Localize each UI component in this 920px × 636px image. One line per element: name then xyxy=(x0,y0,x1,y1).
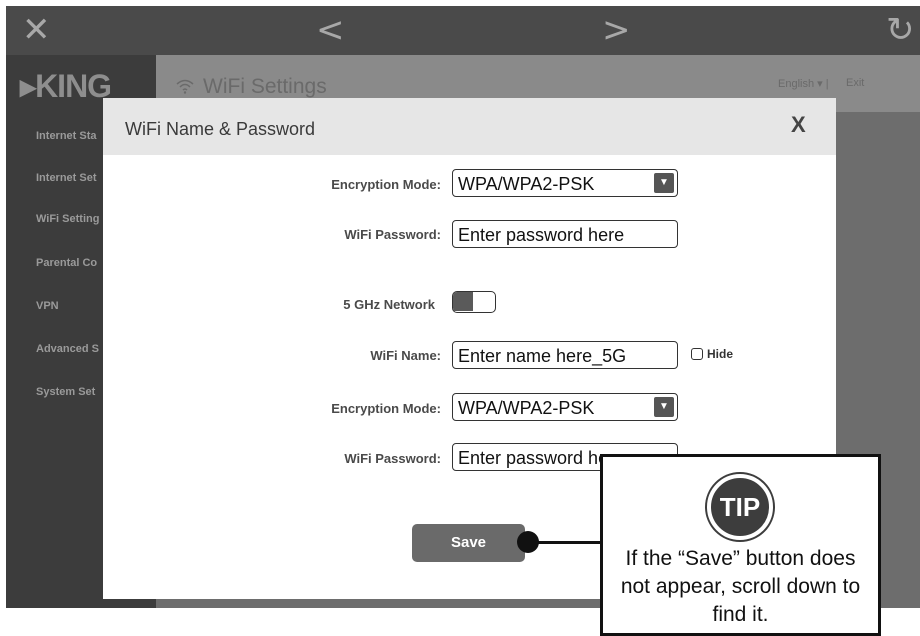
exit-link[interactable]: Exit xyxy=(846,77,864,89)
hide-label: Hide xyxy=(707,347,734,361)
sidebar-item-internet-status[interactable]: Internet Sta xyxy=(36,130,97,142)
sidebar-item-advanced-settings[interactable]: Advanced S xyxy=(36,343,99,355)
sidebar-item-internet-settings[interactable]: Internet Set xyxy=(36,172,97,184)
wifi-name-label: WiFi Name: xyxy=(370,348,441,363)
dialog-close-button[interactable]: X xyxy=(791,112,806,138)
5ghz-network-toggle[interactable] xyxy=(452,291,496,313)
king-logo: ▸KING xyxy=(20,68,112,104)
wifi-password-label: WiFi Password: xyxy=(344,227,441,242)
wifi-password-input[interactable]: Enter password here xyxy=(452,220,678,248)
encryption-mode-select[interactable]: WPA/WPA2-PSK ▼ xyxy=(452,169,678,197)
back-icon[interactable]: < xyxy=(316,6,345,55)
encryption-mode-5g-label: Encryption Mode: xyxy=(331,401,441,416)
tip-badge: TIP xyxy=(707,474,773,540)
close-icon[interactable]: ✕ xyxy=(22,6,51,55)
wifi-icon xyxy=(176,78,194,99)
sidebar-item-parental-controls[interactable]: Parental Co xyxy=(36,257,97,269)
chevron-down-icon: ▼ xyxy=(654,173,674,193)
encryption-mode-5g-select[interactable]: WPA/WPA2-PSK ▼ xyxy=(452,393,678,421)
callout-dot xyxy=(517,531,539,553)
refresh-icon[interactable]: ↻ xyxy=(886,6,915,55)
sidebar-item-system-settings[interactable]: System Set xyxy=(36,386,95,398)
toggle-knob xyxy=(453,292,473,311)
encryption-mode-5g-value: WPA/WPA2-PSK xyxy=(458,398,595,418)
hide-checkbox[interactable] xyxy=(691,348,703,360)
encryption-mode-value: WPA/WPA2-PSK xyxy=(458,174,595,194)
dialog-title: WiFi Name & Password xyxy=(125,119,316,139)
callout-line xyxy=(530,541,603,544)
sidebar-item-wifi-settings[interactable]: WiFi Setting xyxy=(36,213,99,225)
page-title: WiFi Settings xyxy=(203,75,327,98)
tip-text: If the “Save” button does not appear, sc… xyxy=(620,547,861,626)
wifi-name-input[interactable]: Enter name here_5G xyxy=(452,341,678,369)
save-button[interactable]: Save xyxy=(412,524,525,562)
tip-callout: TIP If the “Save” button does not appear… xyxy=(600,454,881,636)
dialog-header: WiFi Name & Password X xyxy=(103,98,836,155)
encryption-mode-label: Encryption Mode: xyxy=(331,177,441,192)
sidebar-item-vpn[interactable]: VPN xyxy=(36,300,59,312)
5ghz-network-label: 5 GHz Network xyxy=(343,297,435,312)
chevron-down-icon: ▼ xyxy=(654,397,674,417)
wifi-password-5g-label: WiFi Password: xyxy=(344,451,441,466)
forward-icon[interactable]: > xyxy=(602,6,631,55)
top-navigation-bar: ✕ < > ↻ xyxy=(6,6,920,55)
language-select[interactable]: English ▾ | xyxy=(778,77,829,90)
